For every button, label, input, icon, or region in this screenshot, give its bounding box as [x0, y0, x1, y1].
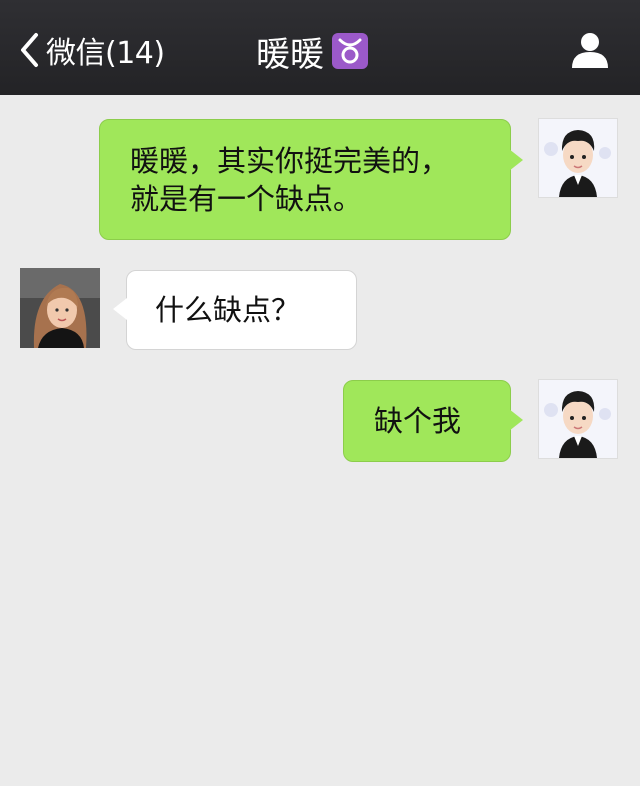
- message-bubble-sent[interactable]: 缺个我: [343, 380, 523, 462]
- chat-title: 暖暖: [256, 28, 368, 75]
- bubble-tail: [113, 298, 127, 320]
- message-bubble-sent[interactable]: 暖暖，其实你挺完美的， 就是有一个缺点。: [99, 119, 523, 240]
- contact-avatar[interactable]: [20, 268, 100, 348]
- bubble-tail: [509, 149, 523, 171]
- message-text: 暖暖，其实你挺完美的， 就是有一个缺点。: [130, 144, 450, 216]
- message-text: 缺个我: [374, 404, 462, 438]
- message-bubble-received[interactable]: 什么缺点？: [113, 270, 357, 350]
- cartoon-man-avatar-icon: [544, 391, 611, 458]
- person-icon: [572, 33, 608, 68]
- contact-profile-button[interactable]: [570, 30, 610, 70]
- message-row: 什么缺点？: [0, 268, 640, 350]
- cartoon-man-avatar-icon: [544, 130, 611, 197]
- contact-name: 暖暖: [256, 34, 324, 75]
- message-row: 暖暖，其实你挺完美的， 就是有一个缺点。: [0, 118, 640, 240]
- back-button[interactable]: 微信(14): [18, 30, 165, 71]
- my-avatar[interactable]: [538, 379, 618, 459]
- navigation-bar: 微信(14) 暖暖: [0, 0, 640, 95]
- taurus-emoji-icon: [332, 33, 368, 69]
- message-row: 缺个我: [0, 379, 640, 463]
- bubble-tail: [509, 409, 523, 431]
- woman-photo-avatar-icon: [20, 268, 100, 348]
- chevron-left-icon: [21, 33, 38, 67]
- my-avatar[interactable]: [538, 118, 618, 198]
- message-text: 什么缺点？: [155, 293, 301, 327]
- back-label: 微信(14): [46, 36, 165, 71]
